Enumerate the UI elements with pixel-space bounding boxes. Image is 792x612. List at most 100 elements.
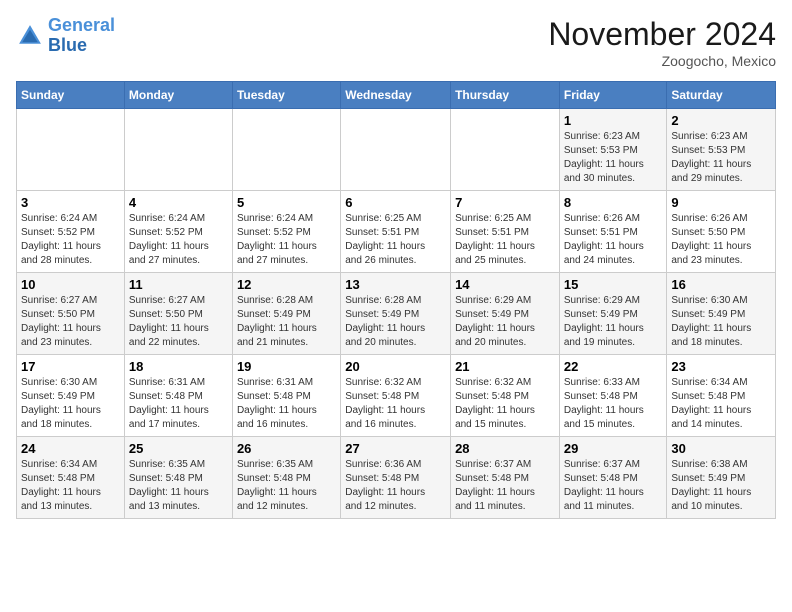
day-info: Sunrise: 6:33 AMSunset: 5:48 PMDaylight:… bbox=[564, 376, 663, 432]
month-title: November 2024 bbox=[548, 16, 776, 53]
day-info: Sunrise: 6:34 AMSunset: 5:48 PMDaylight:… bbox=[21, 458, 120, 514]
logo: General Blue bbox=[16, 16, 115, 56]
day-number: 1 bbox=[564, 113, 663, 128]
day-number: 21 bbox=[455, 359, 555, 374]
day-info: Sunrise: 6:30 AMSunset: 5:49 PMDaylight:… bbox=[21, 376, 120, 432]
day-cell: 13 Sunrise: 6:28 AMSunset: 5:49 PMDayligh… bbox=[341, 273, 451, 355]
day-number: 15 bbox=[564, 277, 663, 292]
day-info: Sunrise: 6:23 AMSunset: 5:53 PMDaylight:… bbox=[671, 130, 771, 186]
day-cell: 3 Sunrise: 6:24 AMSunset: 5:52 PMDaylight… bbox=[17, 191, 125, 273]
logo-icon bbox=[16, 22, 44, 50]
day-cell: 7 Sunrise: 6:25 AMSunset: 5:51 PMDaylight… bbox=[451, 191, 560, 273]
day-number: 4 bbox=[129, 195, 228, 210]
day-number: 30 bbox=[671, 441, 771, 456]
day-number: 7 bbox=[455, 195, 555, 210]
week-row-0: 1 Sunrise: 6:23 AMSunset: 5:53 PMDaylight… bbox=[17, 109, 776, 191]
day-info: Sunrise: 6:28 AMSunset: 5:49 PMDaylight:… bbox=[345, 294, 446, 350]
day-cell: 25Sunrise: 6:35 AMSunset: 5:48 PMDayligh… bbox=[124, 437, 232, 519]
day-cell: 2 Sunrise: 6:23 AMSunset: 5:53 PMDaylight… bbox=[667, 109, 776, 191]
day-cell: 18 Sunrise: 6:31 AMSunset: 5:48 PMDayligh… bbox=[124, 355, 232, 437]
day-info: Sunrise: 6:25 AMSunset: 5:51 PMDaylight:… bbox=[455, 212, 555, 268]
weekday-header-sunday: Sunday bbox=[17, 82, 125, 109]
day-cell: 29Sunrise: 6:37 AMSunset: 5:48 PMDayligh… bbox=[559, 437, 667, 519]
day-number: 26 bbox=[237, 441, 336, 456]
weekday-header-row: SundayMondayTuesdayWednesdayThursdayFrid… bbox=[17, 82, 776, 109]
weekday-header-monday: Monday bbox=[124, 82, 232, 109]
day-number: 3 bbox=[21, 195, 120, 210]
day-info: Sunrise: 6:31 AMSunset: 5:48 PMDaylight:… bbox=[237, 376, 336, 432]
day-number: 23 bbox=[671, 359, 771, 374]
calendar-table: SundayMondayTuesdayWednesdayThursdayFrid… bbox=[16, 81, 776, 519]
day-number: 2 bbox=[671, 113, 771, 128]
weekday-header-friday: Friday bbox=[559, 82, 667, 109]
day-info: Sunrise: 6:36 AMSunset: 5:48 PMDaylight:… bbox=[345, 458, 446, 514]
day-number: 24 bbox=[21, 441, 120, 456]
day-info: Sunrise: 6:26 AMSunset: 5:51 PMDaylight:… bbox=[564, 212, 663, 268]
day-info: Sunrise: 6:29 AMSunset: 5:49 PMDaylight:… bbox=[564, 294, 663, 350]
day-info: Sunrise: 6:26 AMSunset: 5:50 PMDaylight:… bbox=[671, 212, 771, 268]
day-cell: 26 Sunrise: 6:35 AMSunset: 5:48 PMDayligh… bbox=[232, 437, 340, 519]
day-number: 12 bbox=[237, 277, 336, 292]
day-cell: 23 Sunrise: 6:34 AMSunset: 5:48 PMDayligh… bbox=[667, 355, 776, 437]
week-row-2: 10 Sunrise: 6:27 AMSunset: 5:50 PMDayligh… bbox=[17, 273, 776, 355]
weekday-header-tuesday: Tuesday bbox=[232, 82, 340, 109]
weekday-header-saturday: Saturday bbox=[667, 82, 776, 109]
day-cell: 20 Sunrise: 6:32 AMSunset: 5:48 PMDayligh… bbox=[341, 355, 451, 437]
week-row-4: 24 Sunrise: 6:34 AMSunset: 5:48 PMDayligh… bbox=[17, 437, 776, 519]
weekday-header-thursday: Thursday bbox=[451, 82, 560, 109]
day-info: Sunrise: 6:35 AMSunset: 5:48 PMDaylight:… bbox=[237, 458, 336, 514]
day-cell: 24 Sunrise: 6:34 AMSunset: 5:48 PMDayligh… bbox=[17, 437, 125, 519]
day-number: 5 bbox=[237, 195, 336, 210]
day-cell: 15 Sunrise: 6:29 AMSunset: 5:49 PMDayligh… bbox=[559, 273, 667, 355]
day-cell: 22 Sunrise: 6:33 AMSunset: 5:48 PMDayligh… bbox=[559, 355, 667, 437]
day-info: Sunrise: 6:31 AMSunset: 5:48 PMDaylight:… bbox=[129, 376, 228, 432]
day-cell bbox=[17, 109, 125, 191]
day-info: Sunrise: 6:23 AMSunset: 5:53 PMDaylight:… bbox=[564, 130, 663, 186]
day-number: 10 bbox=[21, 277, 120, 292]
day-info: Sunrise: 6:34 AMSunset: 5:48 PMDaylight:… bbox=[671, 376, 771, 432]
day-info: Sunrise: 6:32 AMSunset: 5:48 PMDaylight:… bbox=[345, 376, 446, 432]
day-cell: 10Sunrise: 6:27 AMSunset: 5:50 PMDayligh… bbox=[17, 273, 125, 355]
day-cell: 1 Sunrise: 6:23 AMSunset: 5:53 PMDaylight… bbox=[559, 109, 667, 191]
day-number: 22 bbox=[564, 359, 663, 374]
day-number: 27 bbox=[345, 441, 446, 456]
day-cell: 30 Sunrise: 6:38 AMSunset: 5:49 PMDayligh… bbox=[667, 437, 776, 519]
day-info: Sunrise: 6:24 AMSunset: 5:52 PMDaylight:… bbox=[129, 212, 228, 268]
day-number: 18 bbox=[129, 359, 228, 374]
day-info: Sunrise: 6:29 AMSunset: 5:49 PMDaylight:… bbox=[455, 294, 555, 350]
day-cell: 28Sunrise: 6:37 AMSunset: 5:48 PMDayligh… bbox=[451, 437, 560, 519]
week-row-1: 3 Sunrise: 6:24 AMSunset: 5:52 PMDaylight… bbox=[17, 191, 776, 273]
day-cell: 6 Sunrise: 6:25 AMSunset: 5:51 PMDaylight… bbox=[341, 191, 451, 273]
day-number: 16 bbox=[671, 277, 771, 292]
weekday-header-wednesday: Wednesday bbox=[341, 82, 451, 109]
day-number: 13 bbox=[345, 277, 446, 292]
day-cell: 11 Sunrise: 6:27 AMSunset: 5:50 PMDayligh… bbox=[124, 273, 232, 355]
day-cell: 14 Sunrise: 6:29 AMSunset: 5:49 PMDayligh… bbox=[451, 273, 560, 355]
day-cell: 16 Sunrise: 6:30 AMSunset: 5:49 PMDayligh… bbox=[667, 273, 776, 355]
day-info: Sunrise: 6:32 AMSunset: 5:48 PMDaylight:… bbox=[455, 376, 555, 432]
title-block: November 2024 Zoogocho, Mexico bbox=[548, 16, 776, 69]
day-info: Sunrise: 6:30 AMSunset: 5:49 PMDaylight:… bbox=[671, 294, 771, 350]
page-header: General Blue November 2024 Zoogocho, Mex… bbox=[16, 16, 776, 69]
day-info: Sunrise: 6:27 AMSunset: 5:50 PMDaylight:… bbox=[129, 294, 228, 350]
day-number: 17 bbox=[21, 359, 120, 374]
day-cell: 12 Sunrise: 6:28 AMSunset: 5:49 PMDayligh… bbox=[232, 273, 340, 355]
day-number: 19 bbox=[237, 359, 336, 374]
day-number: 8 bbox=[564, 195, 663, 210]
day-info: Sunrise: 6:28 AMSunset: 5:49 PMDaylight:… bbox=[237, 294, 336, 350]
day-info: Sunrise: 6:38 AMSunset: 5:49 PMDaylight:… bbox=[671, 458, 771, 514]
logo-text: General Blue bbox=[48, 16, 115, 56]
day-cell: 9Sunrise: 6:26 AMSunset: 5:50 PMDaylight… bbox=[667, 191, 776, 273]
day-info: Sunrise: 6:25 AMSunset: 5:51 PMDaylight:… bbox=[345, 212, 446, 268]
day-cell bbox=[124, 109, 232, 191]
day-number: 20 bbox=[345, 359, 446, 374]
day-cell bbox=[341, 109, 451, 191]
day-number: 25 bbox=[129, 441, 228, 456]
day-info: Sunrise: 6:37 AMSunset: 5:48 PMDaylight:… bbox=[455, 458, 555, 514]
day-info: Sunrise: 6:24 AMSunset: 5:52 PMDaylight:… bbox=[21, 212, 120, 268]
day-cell bbox=[451, 109, 560, 191]
day-number: 14 bbox=[455, 277, 555, 292]
day-number: 6 bbox=[345, 195, 446, 210]
day-number: 11 bbox=[129, 277, 228, 292]
day-cell: 19 Sunrise: 6:31 AMSunset: 5:48 PMDayligh… bbox=[232, 355, 340, 437]
